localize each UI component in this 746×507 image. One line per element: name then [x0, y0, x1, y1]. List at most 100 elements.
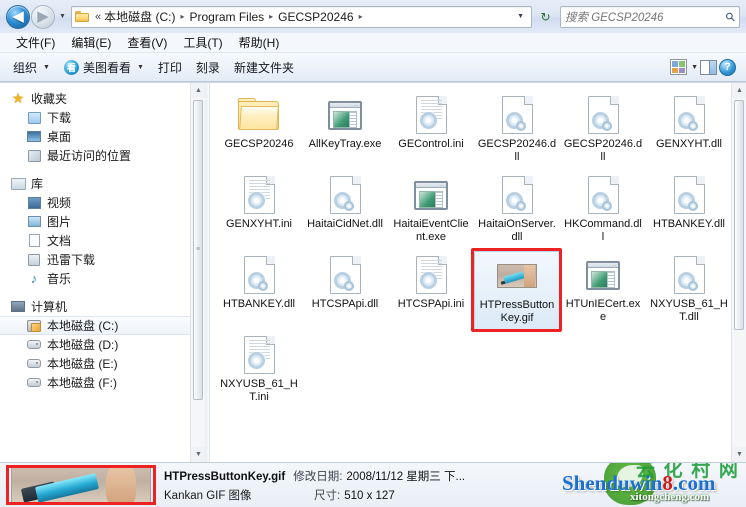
- file-list-scrollbar[interactable]: ▲ ▼: [731, 83, 746, 462]
- file-tile-ini[interactable]: HTCSPApi.ini: [388, 251, 474, 331]
- file-tile-dll[interactable]: GECSP20246.dll: [560, 91, 646, 171]
- file-name: GECSP20246.dll: [563, 138, 643, 163]
- file-tile-dll[interactable]: HTBANKEY.dll: [216, 251, 302, 331]
- preview-pane-icon[interactable]: [700, 59, 717, 75]
- sidebar-item-desktop[interactable]: 桌面: [0, 127, 205, 146]
- meitu-viewer-button[interactable]: 看 美图看看 ▼: [57, 56, 151, 78]
- new-folder-button[interactable]: 新建文件夹: [227, 56, 301, 78]
- details-filename: HTPressButtonKey.gif: [164, 470, 286, 483]
- sidebar-item-drive-f[interactable]: 本地磁盘 (F:): [0, 373, 205, 392]
- file-tile-dll[interactable]: GENXYHT.dll: [646, 91, 732, 171]
- sidebar-item-label: 本地磁盘 (C:): [47, 319, 119, 333]
- file-tile-ini[interactable]: NXYUSB_61_HT.ini: [216, 331, 302, 411]
- navigation-buttons: ◀ ▶ ▼: [6, 4, 69, 29]
- dll-file-icon: [667, 255, 711, 295]
- help-icon[interactable]: ?: [719, 58, 736, 76]
- organize-button[interactable]: 组织 ▼: [6, 56, 57, 78]
- file-tile-exe[interactable]: ··· AllKeyTray.exe: [302, 91, 388, 171]
- sidebar-item-music[interactable]: ♪ 音乐: [0, 269, 205, 288]
- scrollbar-thumb[interactable]: ≡: [193, 100, 203, 400]
- file-tile-dll[interactable]: HaitaiCidNet.dll: [302, 171, 388, 251]
- file-name: HaitaiOnServer.dll: [478, 218, 556, 243]
- sidebar-group-libraries[interactable]: 库: [0, 174, 205, 193]
- sidebar-item-label: 视频: [47, 196, 72, 210]
- back-button[interactable]: ◀: [6, 4, 30, 29]
- details-modified-label: 修改日期:: [293, 470, 343, 483]
- sidebar-group-label: 计算机: [31, 300, 68, 314]
- scroll-down-button[interactable]: ▼: [732, 447, 746, 462]
- file-tile-dll[interactable]: HaitaiOnServer.dll: [474, 171, 560, 251]
- chevron-right-icon[interactable]: ▸: [176, 12, 188, 21]
- search-input[interactable]: 搜索 GECSP20246: [565, 9, 726, 25]
- address-dropdown-icon[interactable]: ▼: [514, 13, 529, 20]
- sidebar-item-pictures[interactable]: 图片: [0, 212, 205, 231]
- sidebar-item-thunder-download[interactable]: 迅雷下载: [0, 250, 205, 269]
- file-tile-dll[interactable]: HTBANKEY.dll: [646, 171, 732, 251]
- sidebar-item-downloads[interactable]: 下载: [0, 108, 205, 127]
- menu-item-edit[interactable]: 编辑(E): [63, 33, 119, 52]
- sidebar-item-recent-places[interactable]: 最近访问的位置: [0, 146, 205, 165]
- search-box[interactable]: 搜索 GECSP20246 ⚲: [560, 5, 740, 28]
- sidebar-item-drive-d[interactable]: 本地磁盘 (D:): [0, 335, 205, 354]
- menu-item-tools[interactable]: 工具(T): [175, 33, 230, 52]
- file-tile-folder[interactable]: GECSP20246: [216, 91, 302, 171]
- breadcrumb[interactable]: « 本地磁盘 (C:) ▸ Program Files ▸ GECSP20246…: [71, 5, 532, 28]
- file-tile-dll[interactable]: NXYUSB_61_HT.dll: [646, 251, 732, 331]
- chevron-down-icon: ▼: [195, 451, 202, 458]
- menu-item-file[interactable]: 文件(F): [8, 33, 63, 52]
- file-tile-dll[interactable]: GECSP20246.dll: [474, 91, 560, 171]
- drive-icon: [26, 356, 42, 372]
- breadcrumb-overflow-icon[interactable]: «: [94, 11, 103, 23]
- view-layout-icon[interactable]: [670, 59, 688, 75]
- file-name: HTBANKEY.dll: [223, 298, 295, 310]
- scrollbar-thumb[interactable]: [734, 100, 744, 330]
- file-tile-exe[interactable]: ··· HTUnIECert.exe: [560, 251, 646, 331]
- file-tile-ini[interactable]: GENXYHT.ini: [216, 171, 302, 251]
- breadcrumb-item-1[interactable]: Program Files: [188, 10, 265, 24]
- file-name: AllKeyTray.exe: [308, 138, 382, 150]
- gif-thumbnail: [495, 256, 539, 296]
- file-name: HKCommand.dll: [564, 218, 642, 243]
- library-icon: [10, 176, 26, 192]
- scroll-up-button[interactable]: ▲: [191, 83, 205, 98]
- recent-pages-dropdown[interactable]: ▼: [56, 7, 69, 27]
- refresh-button[interactable]: ↻: [535, 6, 556, 27]
- chevron-right-icon[interactable]: ▸: [265, 12, 277, 21]
- breadcrumb-item-0[interactable]: 本地磁盘 (C:): [103, 8, 176, 25]
- dll-file-icon: [581, 95, 625, 135]
- forward-button[interactable]: ▶: [31, 4, 55, 29]
- navigation-scrollbar[interactable]: ▲ ≡ ▼: [190, 83, 205, 462]
- menu-item-help[interactable]: 帮助(H): [231, 33, 288, 52]
- sidebar-item-drive-c[interactable]: 本地磁盘 (C:): [0, 316, 199, 335]
- scroll-down-button[interactable]: ▼: [191, 447, 205, 462]
- sidebar-item-label: 本地磁盘 (D:): [47, 338, 119, 352]
- scroll-up-button[interactable]: ▲: [732, 83, 746, 98]
- sidebar-group-favorites[interactable]: ★ 收藏夹: [0, 89, 205, 108]
- dll-file-icon: [237, 255, 281, 295]
- meitu-label: 美图看看: [82, 60, 131, 75]
- print-button[interactable]: 打印: [151, 56, 189, 78]
- file-tile-dll[interactable]: HKCommand.dll: [560, 171, 646, 251]
- burn-button[interactable]: 刻录: [189, 56, 227, 78]
- chevron-right-icon[interactable]: ▸: [355, 12, 367, 21]
- file-tile-exe[interactable]: ··· HaitaiEventClient.exe: [388, 171, 474, 251]
- recent-places-icon: [26, 148, 42, 164]
- sidebar-group-computer[interactable]: 计算机: [0, 297, 205, 316]
- file-tile-gif-selected[interactable]: HTPressButtonKey.gif: [471, 248, 562, 332]
- file-tile-dll[interactable]: HTCSPApi.dll: [302, 251, 388, 331]
- breadcrumb-item-2[interactable]: GECSP20246: [277, 10, 354, 24]
- sidebar-item-drive-e[interactable]: 本地磁盘 (E:): [0, 354, 205, 373]
- dll-file-icon: [667, 175, 711, 215]
- sidebar-item-videos[interactable]: 视频: [0, 193, 205, 212]
- file-tile-ini[interactable]: GEControl.ini: [388, 91, 474, 171]
- chevron-down-icon: ▼: [136, 63, 144, 71]
- organize-label: 组织: [13, 60, 38, 75]
- sidebar-item-label: 最近访问的位置: [47, 149, 132, 163]
- drive-icon: [26, 375, 42, 391]
- desktop-icon: [26, 129, 42, 145]
- menu-item-view[interactable]: 查看(V): [119, 33, 175, 52]
- chevron-down-icon[interactable]: ▼: [691, 64, 698, 71]
- sidebar-item-documents[interactable]: 文档: [0, 231, 205, 250]
